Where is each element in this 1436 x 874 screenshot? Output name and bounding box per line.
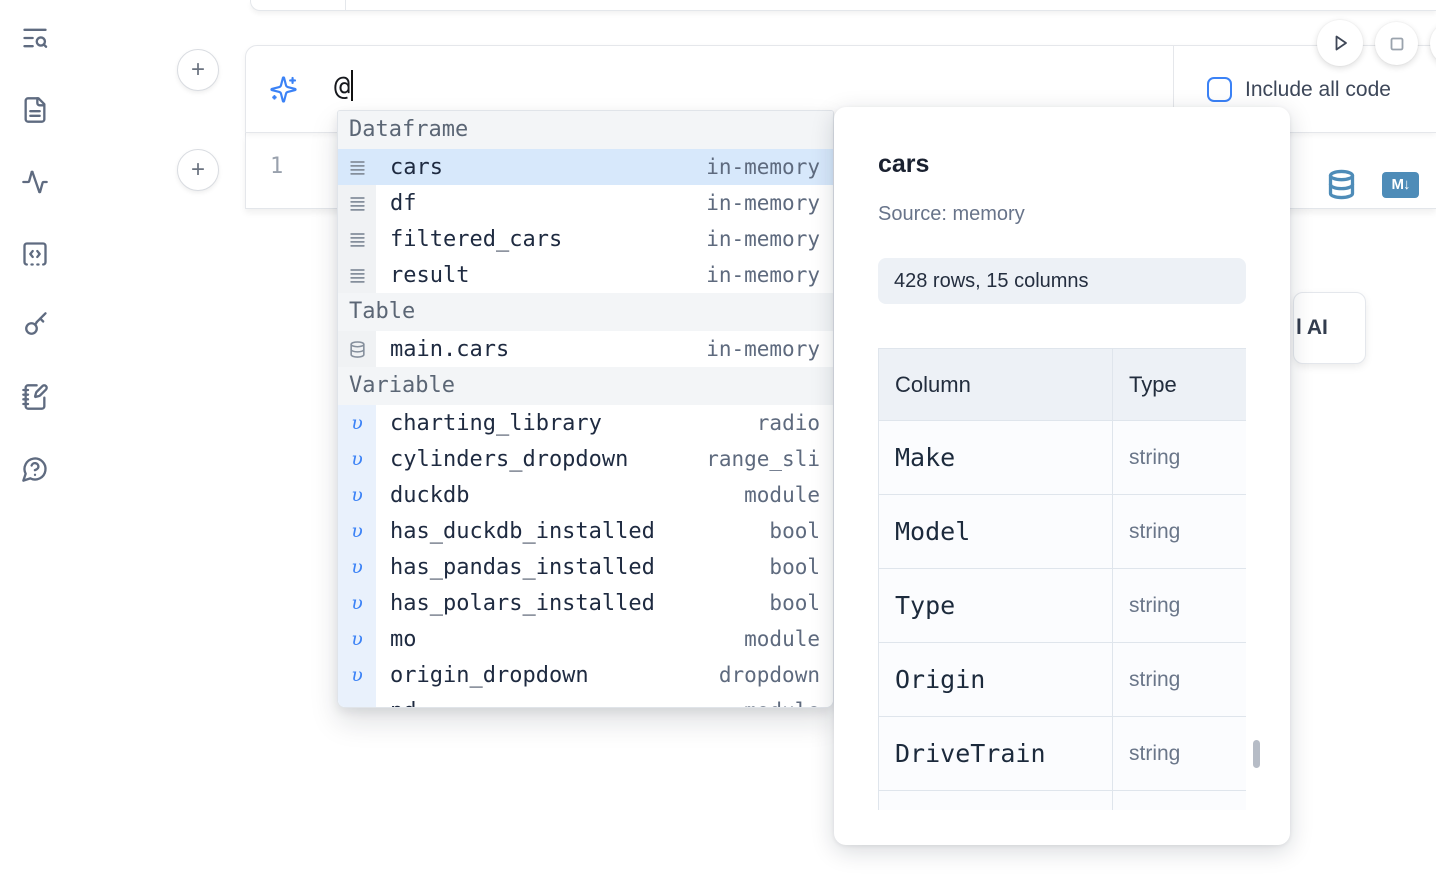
add-cell-above-button[interactable]: + bbox=[177, 49, 219, 91]
scratchpad-icon[interactable] bbox=[21, 383, 49, 411]
schema-table-container[interactable]: Column Type Make string Model str bbox=[878, 348, 1246, 810]
variable-icon: υ bbox=[351, 484, 363, 506]
include-all-code-checkbox[interactable] bbox=[1207, 77, 1232, 102]
previous-cell-edge bbox=[250, 0, 1436, 11]
schema-row[interactable] bbox=[879, 791, 1247, 811]
dataframe-icon bbox=[348, 158, 367, 177]
stop-button[interactable] bbox=[1375, 22, 1418, 65]
variable-icon: υ bbox=[351, 556, 363, 578]
include-all-code-label: Include all code bbox=[1245, 78, 1391, 102]
table-scrollbar[interactable] bbox=[1253, 740, 1260, 768]
variable-icon: υ bbox=[351, 412, 363, 434]
schema-row[interactable]: DriveTrain string bbox=[879, 717, 1247, 791]
markdown-icon[interactable]: M↓ bbox=[1382, 172, 1419, 198]
autocomplete-item[interactable]: υ pd module bbox=[338, 693, 833, 708]
stop-icon bbox=[1385, 32, 1409, 56]
schema-row[interactable]: Make string bbox=[879, 421, 1247, 495]
add-cell-below-button[interactable]: + bbox=[177, 149, 219, 191]
previous-cell-divider bbox=[345, 0, 346, 11]
notebook-app: + + @ Include all code 1 M↓ bbox=[0, 0, 1436, 874]
autocomplete-item[interactable]: υ has_polars_installed bool bbox=[338, 585, 833, 621]
dataframe-icon bbox=[348, 266, 367, 285]
variable-icon: υ bbox=[351, 628, 363, 650]
ai-action-button[interactable]: l AI bbox=[1293, 292, 1366, 364]
variable-icon: υ bbox=[351, 448, 363, 470]
autocomplete-item[interactable]: υ cylinders_dropdown range_sli bbox=[338, 441, 833, 477]
toc-search-icon[interactable] bbox=[21, 24, 49, 52]
autocomplete-item[interactable]: filtered_cars in-memory bbox=[338, 221, 833, 257]
autocomplete-section-header: Variable bbox=[338, 367, 833, 405]
autocomplete-item[interactable]: υ duckdb module bbox=[338, 477, 833, 513]
schema-row[interactable]: Model string bbox=[879, 495, 1247, 569]
variable-icon: υ bbox=[351, 700, 363, 708]
activity-icon[interactable] bbox=[21, 168, 49, 196]
text-caret bbox=[351, 70, 353, 101]
table-database-icon bbox=[348, 340, 367, 359]
autocomplete-item[interactable]: υ has_duckdb_installed bool bbox=[338, 513, 833, 549]
sidebar bbox=[0, 0, 72, 874]
schema-header-row: Column Type bbox=[879, 349, 1247, 421]
column-header: Column bbox=[879, 349, 1113, 421]
type-header: Type bbox=[1113, 349, 1247, 421]
variable-icon: υ bbox=[351, 664, 363, 686]
schema-row[interactable]: Type string bbox=[879, 569, 1247, 643]
schema-row[interactable]: Origin string bbox=[879, 643, 1247, 717]
autocomplete-item[interactable]: υ has_pandas_installed bool bbox=[338, 549, 833, 585]
preview-source: Source: memory bbox=[878, 203, 1025, 226]
autocomplete-section-header: Dataframe bbox=[338, 111, 833, 149]
dataframe-preview-panel: cars Source: memory 428 rows, 15 columns… bbox=[834, 107, 1290, 845]
autocomplete-item[interactable]: cars in-memory bbox=[338, 149, 833, 185]
autocomplete-item[interactable]: main.cars in-memory bbox=[338, 331, 833, 367]
preview-title: cars bbox=[878, 150, 929, 179]
database-icon[interactable] bbox=[1325, 168, 1358, 201]
autocomplete-item[interactable]: υ mo module bbox=[338, 621, 833, 657]
dataframe-icon bbox=[348, 230, 367, 249]
autocomplete-section-header: Table bbox=[338, 293, 833, 331]
dataframe-icon bbox=[348, 194, 367, 213]
key-icon[interactable] bbox=[21, 311, 49, 339]
autocomplete-item[interactable]: df in-memory bbox=[338, 185, 833, 221]
schema-table: Column Type Make string Model str bbox=[878, 348, 1246, 810]
variable-icon: υ bbox=[351, 592, 363, 614]
shape-badge: 428 rows, 15 columns bbox=[878, 258, 1246, 304]
run-cell-button[interactable] bbox=[1317, 20, 1363, 66]
sparkles-icon bbox=[269, 75, 298, 104]
play-icon bbox=[1328, 31, 1352, 55]
line-number: 1 bbox=[270, 154, 283, 179]
help-icon[interactable] bbox=[21, 455, 49, 483]
file-icon[interactable] bbox=[21, 96, 49, 124]
autocomplete-dropdown: Dataframe cars in-memory bbox=[337, 110, 834, 708]
variable-icon: υ bbox=[351, 520, 363, 542]
ai-prompt-input[interactable]: @ bbox=[334, 70, 353, 102]
snippets-icon[interactable] bbox=[21, 240, 49, 268]
autocomplete-item[interactable]: υ origin_dropdown dropdown bbox=[338, 657, 833, 693]
autocomplete-item[interactable]: result in-memory bbox=[338, 257, 833, 293]
autocomplete-item[interactable]: υ charting_library radio bbox=[338, 405, 833, 441]
